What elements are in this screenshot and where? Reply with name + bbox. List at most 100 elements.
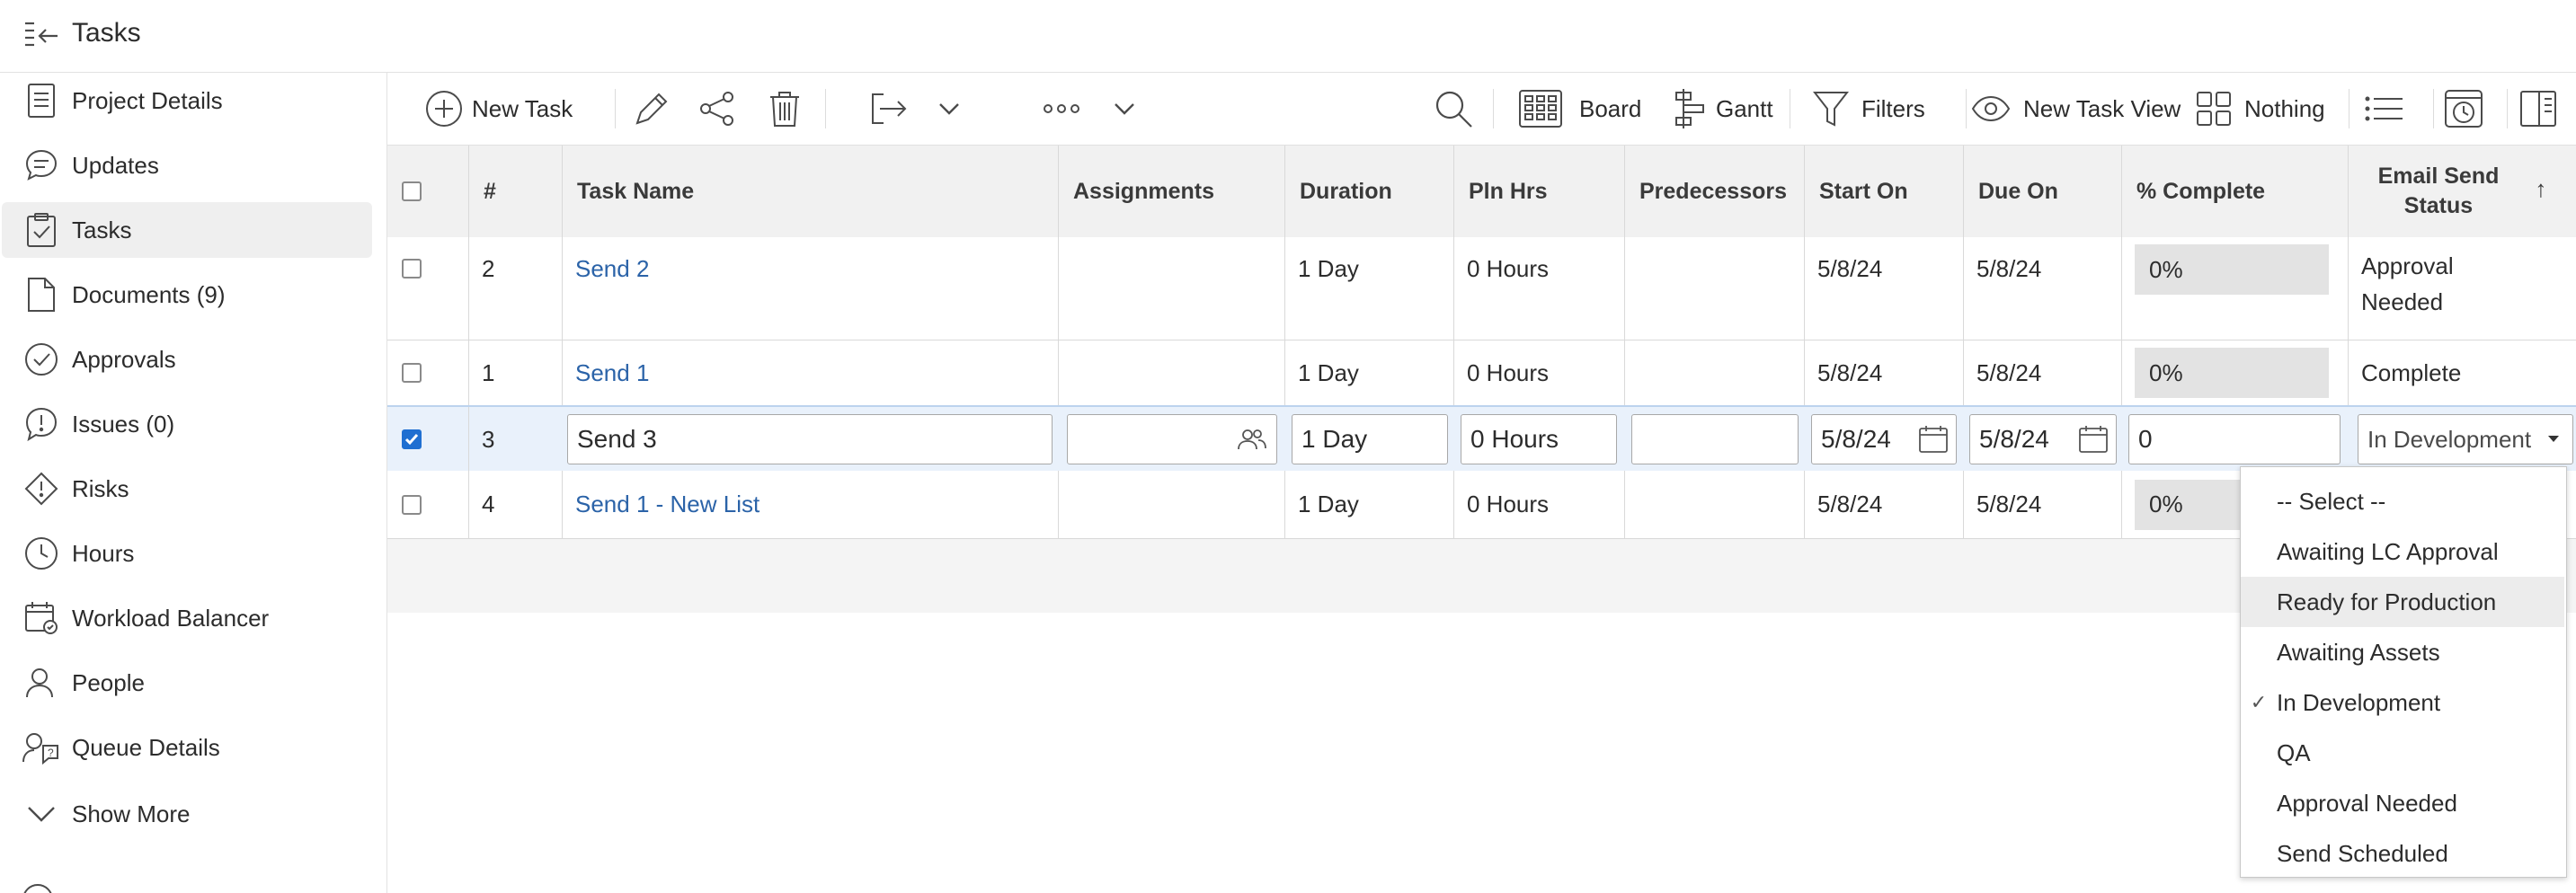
column-header-assignments[interactable]: Assignments (1058, 146, 1284, 237)
duration-input[interactable]: 1 Day (1292, 414, 1448, 464)
assignments-cell[interactable] (1058, 471, 1284, 538)
sort-ascending-icon[interactable]: ↑ (2535, 175, 2546, 203)
sidebar-item-issues[interactable]: Issues (0) (2, 396, 372, 452)
calendar-icon[interactable] (2078, 425, 2109, 454)
column-header-pln-hrs[interactable]: Pln Hrs (1453, 146, 1624, 237)
column-header-task-name[interactable]: Task Name (562, 146, 1058, 237)
predecessors-cell[interactable] (1624, 340, 1804, 405)
sidebar-item-updates[interactable]: Updates (2, 137, 372, 193)
dropdown-option[interactable]: Approval Needed (2241, 778, 2564, 828)
task-number: 2 (468, 237, 562, 340)
due-on-cell[interactable]: 5/8/24 (1963, 471, 2121, 538)
row-checkbox[interactable] (402, 494, 422, 515)
planned-hours-cell[interactable]: 0 Hours (1453, 340, 1624, 405)
sidebar-item-hours[interactable]: Hours (2, 526, 372, 581)
percent-complete-input[interactable]: 0 (2128, 414, 2341, 464)
assignments-cell[interactable] (1058, 237, 1284, 340)
duration-cell[interactable]: 1 Day (1284, 237, 1453, 340)
sidebar-item-risks[interactable]: Risks (2, 461, 372, 517)
sidebar-item-tasks[interactable]: Tasks (2, 202, 372, 258)
planned-hours-cell[interactable]: 0 Hours (1453, 471, 1624, 538)
dropdown-option-selected[interactable]: ✓ In Development (2241, 677, 2564, 728)
predecessors-cell[interactable] (1624, 237, 1804, 340)
column-header-start-on[interactable]: Start On (1804, 146, 1963, 237)
more-options-button[interactable] (1043, 73, 1080, 145)
column-header-due-on[interactable]: Due On (1963, 146, 2121, 237)
task-name-input[interactable]: Send 3 (567, 414, 1053, 464)
column-header-predecessors[interactable]: Predecessors (1624, 146, 1804, 237)
sidebar-item-workload-balancer[interactable]: Workload Balancer (2, 590, 372, 646)
column-header-percent-complete[interactable]: % Complete (2121, 146, 2348, 237)
new-task-view-button[interactable]: New Task View (1971, 73, 2181, 145)
new-task-button[interactable]: New Task (425, 73, 573, 145)
task-name-link[interactable]: Send 2 (575, 255, 649, 282)
email-send-status-cell[interactable]: Approval Needed (2348, 237, 2509, 340)
email-send-status-dropdown[interactable]: -- Select -- Awaiting LC Approval Ready … (2240, 466, 2567, 878)
board-view-button[interactable]: Board (1518, 73, 1641, 145)
timeline-button[interactable] (2444, 73, 2483, 145)
grouping-button[interactable]: Nothing (2196, 73, 2325, 145)
gantt-view-button[interactable]: Gantt (1673, 73, 1773, 145)
task-name-link[interactable]: Send 1 - New List (575, 491, 759, 518)
task-name-link[interactable]: Send 1 (575, 359, 649, 387)
percent-complete-cell[interactable]: 0% (2121, 340, 2348, 405)
assignments-cell[interactable] (1058, 340, 1284, 405)
list-view-button[interactable] (2365, 73, 2404, 145)
sidebar-item-approvals[interactable]: Approvals (2, 332, 372, 387)
predecessors-input[interactable] (1631, 414, 1799, 464)
dropdown-option[interactable]: Awaiting LC Approval (2241, 526, 2564, 577)
start-on-input[interactable]: 5/8/24 (1811, 414, 1957, 464)
table-row[interactable]: 1 Send 1 1 Day 0 Hours 5/8/24 5/8/24 0% … (387, 340, 2576, 406)
due-on-cell[interactable]: 5/8/24 (1963, 237, 2121, 340)
filters-button[interactable]: Filters (1813, 73, 1925, 145)
email-send-status-cell[interactable]: Complete (2348, 340, 2576, 405)
row-checkbox-checked[interactable] (402, 429, 422, 449)
column-header-duration[interactable]: Duration (1284, 146, 1453, 237)
more-menu-button[interactable] (1114, 73, 1135, 145)
dropdown-option[interactable]: Send Scheduled (2241, 828, 2564, 879)
start-on-cell[interactable]: 5/8/24 (1804, 237, 1963, 340)
dropdown-option-hovered[interactable]: Ready for Production (2241, 577, 2564, 627)
dropdown-option[interactable]: Awaiting Assets (2241, 627, 2564, 677)
sidebar-item-queue-details[interactable]: ? Queue Details (2, 720, 372, 775)
panel-toggle-button[interactable] (2519, 73, 2557, 145)
sidebar-show-more[interactable]: Show More (2, 786, 372, 842)
sidebar-item-documents[interactable]: Documents (9) (2, 267, 372, 323)
planned-hours-input[interactable]: 0 Hours (1461, 414, 1617, 464)
move-menu-button[interactable] (938, 73, 960, 145)
share-button[interactable] (698, 73, 736, 145)
select-all-checkbox[interactable] (402, 181, 422, 201)
start-on-value: 5/8/24 (1821, 425, 1891, 453)
start-on-cell[interactable]: 5/8/24 (1804, 471, 1963, 538)
people-icon[interactable] (1237, 428, 1267, 451)
edit-button[interactable] (632, 73, 671, 145)
table-row[interactable]: 2 Send 2 1 Day 0 Hours 5/8/24 5/8/24 0% … (387, 237, 2576, 340)
planned-hours-cell[interactable]: 0 Hours (1453, 237, 1624, 340)
sidebar-item-project-details[interactable]: Project Details (2, 73, 372, 128)
column-header-number[interactable]: # (468, 146, 562, 237)
move-out-button[interactable] (869, 73, 909, 145)
start-on-cell[interactable]: 5/8/24 (1804, 340, 1963, 405)
collapse-menu-icon[interactable] (23, 20, 59, 52)
calendar-icon[interactable] (1918, 425, 1949, 454)
sidebar-item-label: Risks (72, 474, 129, 502)
duration-cell[interactable]: 1 Day (1284, 471, 1453, 538)
due-on-input[interactable]: 5/8/24 (1969, 414, 2117, 464)
dropdown-option[interactable]: QA (2241, 728, 2564, 778)
dropdown-option[interactable]: -- Select -- (2241, 476, 2564, 526)
row-checkbox[interactable] (402, 363, 422, 383)
row-checkbox[interactable] (402, 259, 422, 279)
sidebar-item-people[interactable]: People (2, 655, 372, 711)
assignments-input[interactable] (1067, 414, 1277, 464)
board-icon (1518, 89, 1563, 128)
predecessors-cell[interactable] (1624, 471, 1804, 538)
sidebar-item-label: Show More (72, 800, 191, 827)
delete-button[interactable] (768, 73, 801, 145)
due-on-cell[interactable]: 5/8/24 (1963, 340, 2121, 405)
email-send-status-select[interactable]: In Development (2358, 414, 2573, 464)
search-button[interactable] (1434, 73, 1473, 145)
percent-complete-cell[interactable]: 0% (2121, 237, 2348, 340)
table-row-editing[interactable]: 3 Send 3 1 Day 0 Hours 5/8/24 5/8/24 0 I… (387, 405, 2576, 473)
column-header-email-send-status[interactable]: Email Send Status ↑ (2348, 146, 2576, 237)
duration-cell[interactable]: 1 Day (1284, 340, 1453, 405)
